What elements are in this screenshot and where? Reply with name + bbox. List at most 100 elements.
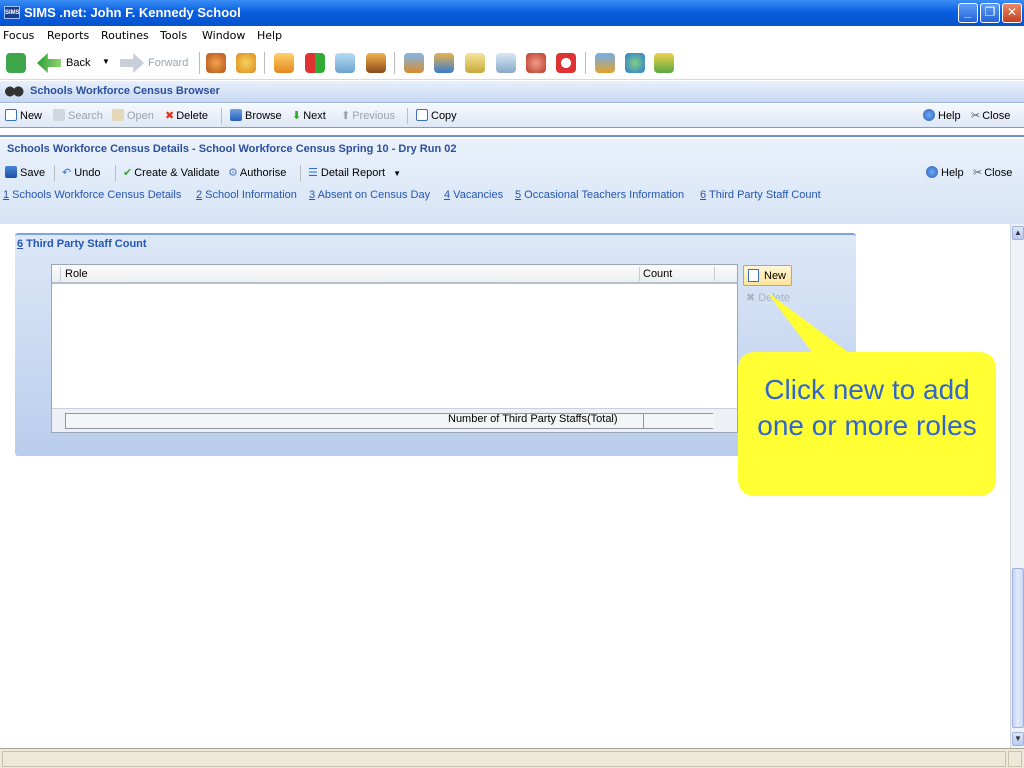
main-toolbar: Back ▼ Forward (0, 46, 1024, 80)
column-divider[interactable] (639, 267, 640, 281)
browser-next-button[interactable]: ⬇ Next (292, 109, 326, 122)
toolbar-separator (54, 165, 55, 181)
details-help-button[interactable]: Help (926, 166, 964, 179)
browser-new-button[interactable]: New (5, 109, 42, 122)
menu-reports[interactable]: Reports (47, 29, 89, 42)
forward-button: Forward (148, 57, 189, 69)
envelope-icon[interactable] (335, 53, 355, 73)
create-validate-button[interactable]: ✔ Create & Validate (123, 166, 220, 179)
previous-arrow-icon: ⬆ (341, 110, 351, 122)
chat-icon[interactable] (654, 53, 674, 73)
tab-occasional-teachers[interactable]: 5 Occasional Teachers Information (515, 189, 684, 201)
restore-button[interactable]: ❐ (980, 3, 1000, 23)
browser-title: Schools Workforce Census Browser (30, 85, 220, 97)
column-header-count[interactable]: Count (643, 268, 672, 280)
browse-icon (230, 109, 242, 121)
toolbar-separator (407, 108, 408, 124)
authorise-icon: ⚙ (228, 167, 238, 179)
toolbar-separator (115, 165, 116, 181)
total-label: Number of Third Party Staffs(Total) (448, 413, 618, 425)
menu-focus[interactable]: Focus (3, 29, 34, 42)
status-panel (2, 751, 1006, 767)
authorise-button[interactable]: ⚙ Authorise (228, 166, 286, 179)
new-document-icon (748, 269, 759, 282)
menu-tools[interactable]: Tools (160, 29, 187, 42)
clipboard-icon[interactable] (465, 53, 485, 73)
grid-header: Role Count (52, 265, 737, 284)
clock-icon[interactable] (556, 53, 576, 73)
report-list-icon: ☰ (308, 167, 318, 179)
delete-x-icon: ✖ (746, 292, 756, 304)
tab-school-information[interactable]: 2 School Information (196, 189, 297, 201)
details-close-button[interactable]: ✂ Close (973, 166, 1012, 179)
close-scissors-icon: ✂ (973, 167, 983, 179)
vertical-scrollbar[interactable]: ▲ ▼ (1010, 224, 1024, 748)
back-arrow-icon[interactable] (37, 53, 61, 73)
teacher-icon[interactable] (404, 53, 424, 73)
forward-arrow-icon (120, 53, 144, 73)
grid-footer: Number of Third Party Staffs(Total) (52, 408, 737, 432)
minimize-button[interactable]: _ (958, 3, 978, 23)
tab-census-details[interactable]: 1 Schools Workforce Census Details (3, 189, 181, 201)
menu-help[interactable]: Help (257, 29, 282, 42)
column-header-role[interactable]: Role (65, 268, 88, 280)
toolbar-separator (199, 52, 200, 74)
details-panel: Schools Workforce Census Details - Schoo… (0, 139, 1024, 224)
browser-previous-button: ⬆ Previous (341, 110, 396, 122)
check-icon: ✔ (123, 167, 133, 179)
browser-toolbar: New Search Open ✖ Delete Browse ⬇ Next ⬆ Pr… (0, 104, 1024, 128)
browser-help-button[interactable]: Help (923, 109, 961, 122)
callout-text: Click new to add one or more roles (757, 374, 977, 441)
person-icon[interactable] (236, 53, 256, 73)
toolbar-separator (300, 165, 301, 181)
close-scissors-icon: ✂ (971, 110, 981, 122)
close-window-button[interactable]: ✕ (1002, 3, 1022, 23)
detail-report-button[interactable]: ☰ Detail Report ▼ (308, 166, 401, 179)
new-role-button[interactable]: New (743, 265, 792, 286)
flags-icon[interactable] (305, 53, 325, 73)
help-icon (923, 109, 935, 121)
notepad-icon[interactable] (274, 53, 294, 73)
back-dropdown-icon[interactable]: ▼ (102, 57, 110, 66)
delete-x-icon: ✖ (165, 110, 175, 122)
toolbar-separator (221, 108, 222, 124)
pupil-icon[interactable] (526, 53, 546, 73)
scroll-up-icon[interactable]: ▲ (1012, 226, 1024, 240)
scroll-down-icon[interactable]: ▼ (1012, 732, 1024, 746)
pane-divider[interactable] (0, 129, 1024, 137)
tab-third-party-staff-count[interactable]: 6 Third Party Staff Count (700, 189, 821, 201)
column-divider[interactable] (714, 267, 715, 281)
staff-icon[interactable] (434, 53, 454, 73)
globe-icon[interactable] (625, 53, 645, 73)
browser-delete-button[interactable]: ✖ Delete (165, 109, 208, 122)
undo-icon: ↶ (62, 167, 72, 179)
back-button[interactable]: Back (66, 57, 90, 69)
search-icon (53, 109, 65, 121)
home-arrows-icon[interactable] (6, 53, 26, 73)
menu-routines[interactable]: Routines (101, 29, 149, 42)
binoculars-icon (4, 84, 24, 99)
status-bar (0, 748, 1024, 768)
delete-role-button: ✖ Delete (746, 292, 791, 304)
books-icon[interactable] (366, 53, 386, 73)
tab-vacancies[interactable]: 4 Vacancies (444, 189, 503, 201)
column-divider (60, 267, 61, 281)
dropdown-arrow-icon: ▼ (393, 169, 401, 178)
roles-grid[interactable]: Role Count Number of Third Party Staffs(… (51, 264, 738, 433)
browser-close-button[interactable]: ✂ Close (971, 109, 1010, 122)
people-icon[interactable] (206, 53, 226, 73)
tab-absent-on-census-day[interactable]: 3 Absent on Census Day (309, 189, 430, 201)
messages-icon[interactable] (595, 53, 615, 73)
details-title: Schools Workforce Census Details - Schoo… (7, 143, 457, 155)
toolbar-separator (585, 52, 586, 74)
scroll-thumb[interactable] (1012, 568, 1024, 728)
save-button[interactable]: Save (5, 166, 45, 179)
edit-document-icon[interactable] (496, 53, 516, 73)
browser-copy-button[interactable]: Copy (416, 109, 457, 122)
title-bar: SIMS SIMS .net: John F. Kennedy School _… (0, 0, 1024, 26)
undo-button[interactable]: ↶ Undo (62, 166, 101, 179)
browser-browse-button[interactable]: Browse (230, 109, 282, 122)
new-document-icon (5, 109, 17, 121)
menu-window[interactable]: Window (202, 29, 245, 42)
section-title: 6 Third Party Staff Count (17, 238, 147, 250)
